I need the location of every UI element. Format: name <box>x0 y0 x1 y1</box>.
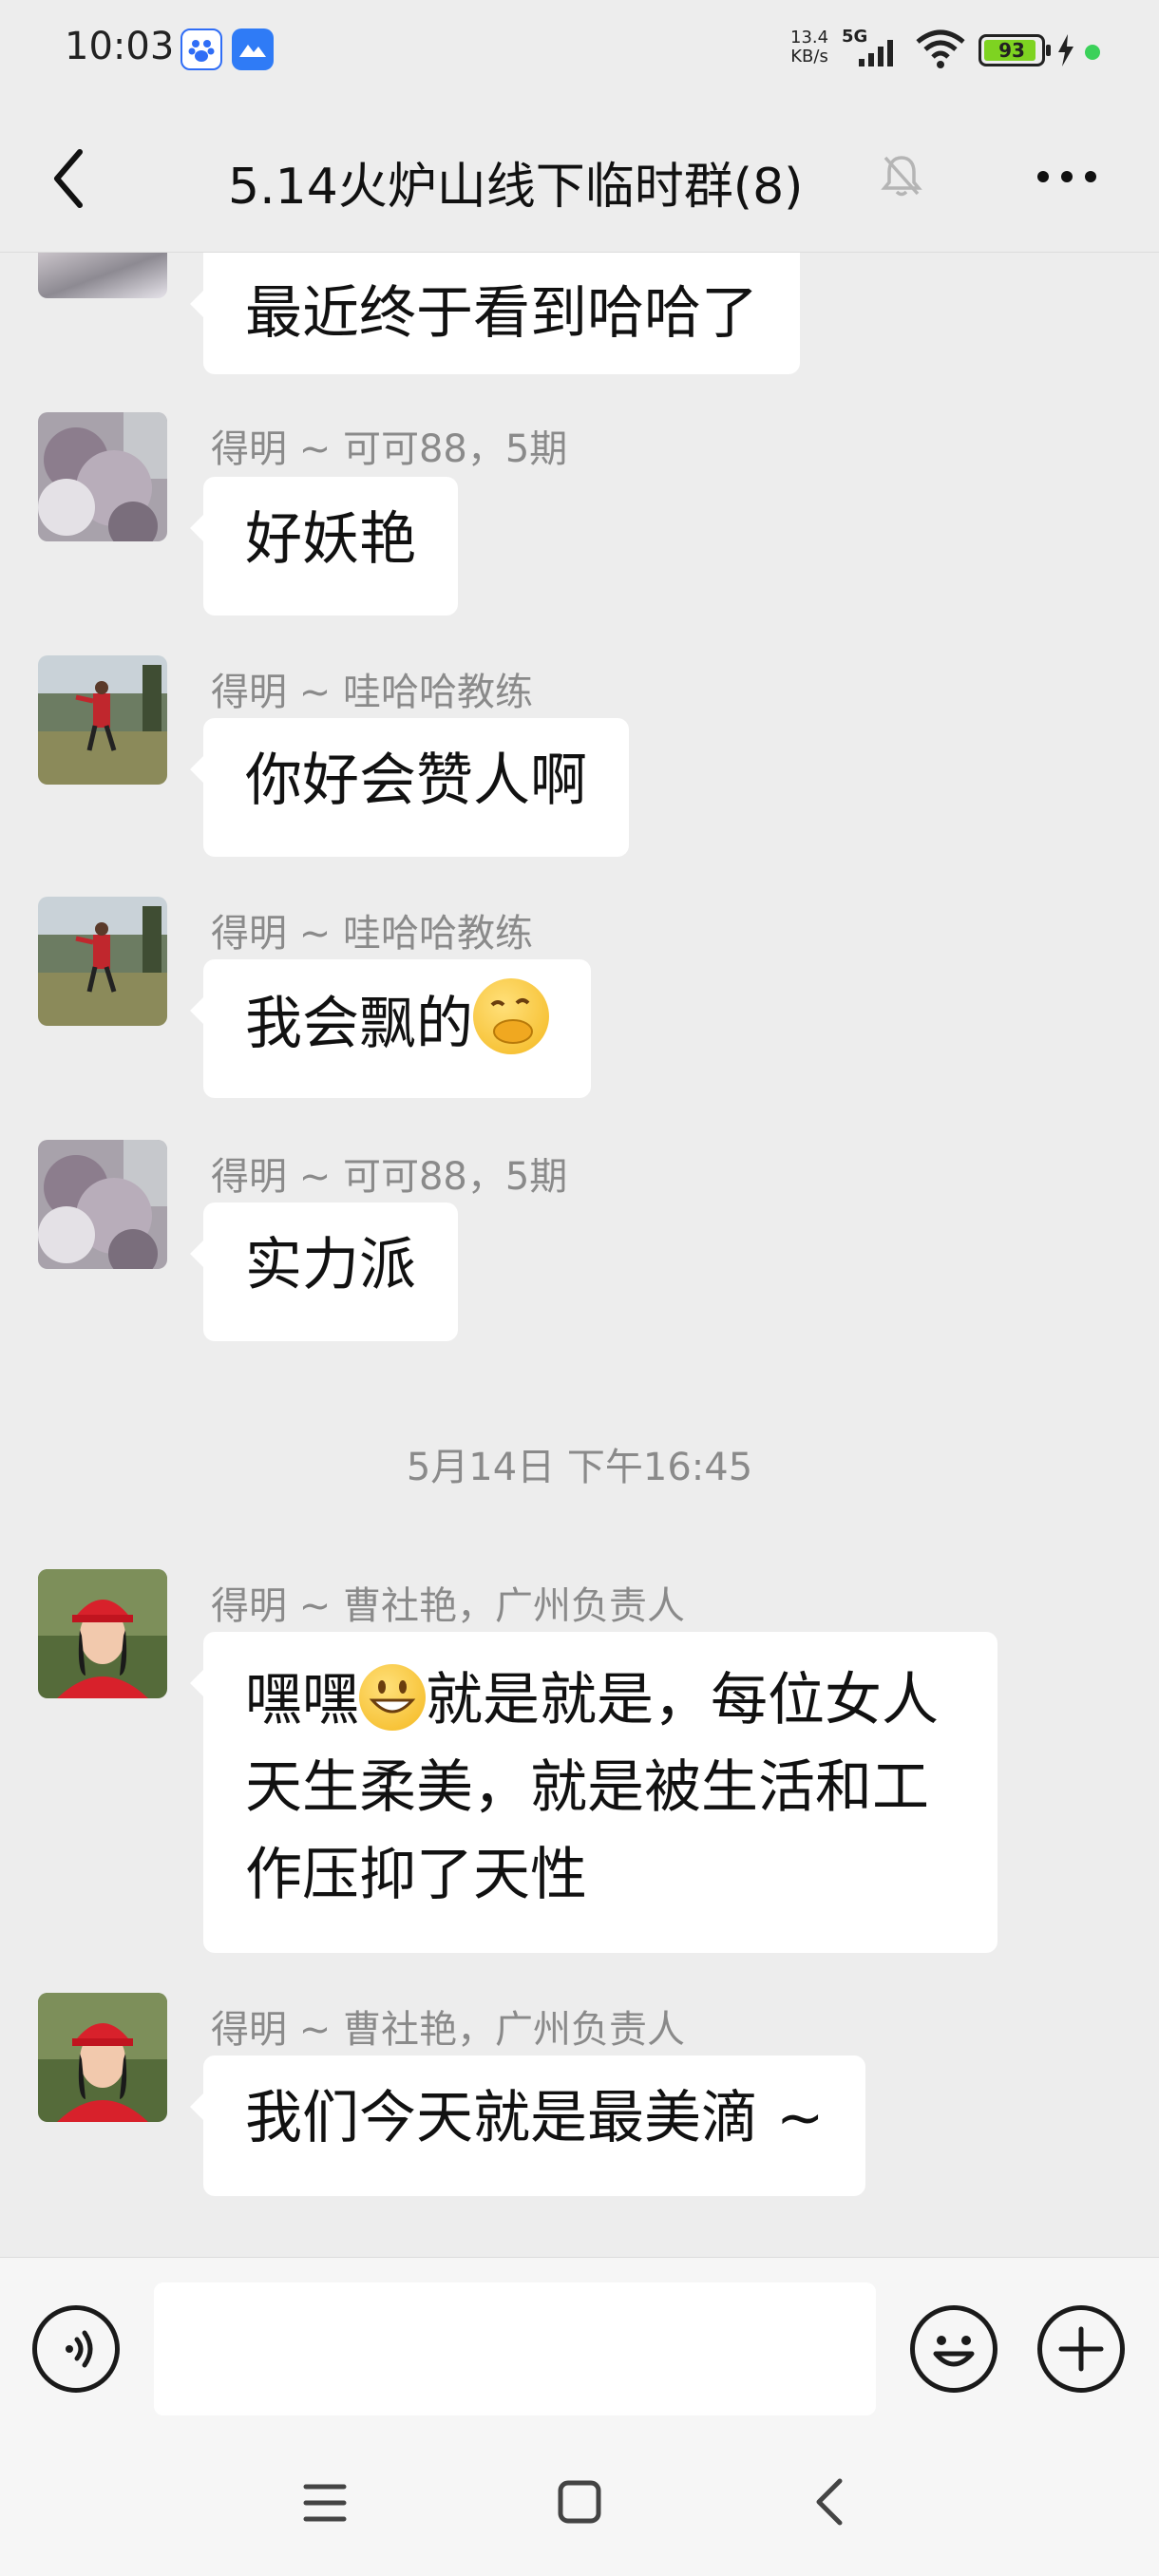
back-nav-icon[interactable] <box>813 2477 846 2527</box>
chat-title: 5.14火炉山线下临时群(8) <box>228 159 804 216</box>
sender-name: 得明 ~ 可可88，5期 <box>211 1155 568 1199</box>
plus-icon[interactable] <box>1037 2305 1125 2393</box>
home-icon[interactable] <box>557 2479 602 2525</box>
signal-icon <box>859 40 893 66</box>
avatar[interactable] <box>38 897 167 1026</box>
system-nav-bar <box>0 2437 1159 2576</box>
charging-icon <box>1058 34 1074 66</box>
smiley-icon[interactable] <box>910 2305 998 2393</box>
message-bubble[interactable]: 最近终于看到哈哈了 <box>190 253 800 374</box>
battery-icon: 93 <box>978 34 1051 66</box>
chat-timestamp: 5月14日 下午16:45 <box>406 1446 753 1489</box>
message-bubble[interactable]: 你好会赞人啊 <box>190 718 629 857</box>
sender-name: 得明 ~ 可可88，5期 <box>211 427 568 471</box>
status-time: 10:03 <box>65 25 175 68</box>
menu-icon[interactable] <box>302 2481 348 2525</box>
avatar[interactable] <box>38 1569 167 1698</box>
chat-header: 5.14火炉山线下临时群(8) <box>0 104 1159 253</box>
wifi-icon <box>916 29 965 68</box>
message-bubble[interactable]: 我们今天就是最美滴 ~ <box>189 2055 866 2196</box>
avatar[interactable] <box>38 1140 167 1269</box>
status-dot <box>1085 45 1100 60</box>
baidu-app-icon <box>180 28 222 70</box>
message-bubble[interactable]: 嘿嘿 就是就是，每位女人 天生柔美，就是被生活和工 作压抑了天性 <box>190 1632 998 1953</box>
voice-icon[interactable] <box>32 2305 120 2393</box>
back-icon[interactable] <box>48 144 91 213</box>
sender-name: 得明 ~ 哇哈哈教练 <box>211 671 533 714</box>
avatar[interactable] <box>38 253 167 298</box>
mountain-app-icon <box>232 28 274 70</box>
more-icon[interactable] <box>1036 167 1098 186</box>
mute-bell-icon <box>881 156 922 197</box>
status-bar: 10:03 13.4 KB/s 5G 93 <box>0 0 1159 104</box>
avatar[interactable] <box>38 655 167 785</box>
hand-over-mouth-emoji <box>473 978 549 1054</box>
avatar[interactable] <box>38 1993 167 2122</box>
message-input[interactable] <box>154 2282 876 2415</box>
avatar[interactable] <box>38 412 167 541</box>
grinning-emoji <box>359 1664 426 1731</box>
input-bar <box>0 2257 1159 2438</box>
sender-name: 得明 ~ 曹社艳，广州负责人 <box>211 2008 685 2052</box>
network-speed: 13.4 KB/s <box>790 28 829 66</box>
message-bubble[interactable]: 我会飘的 <box>190 959 591 1098</box>
sender-name: 得明 ~ 哇哈哈教练 <box>211 912 533 956</box>
message-bubble[interactable]: 实力派 <box>190 1203 458 1341</box>
sender-name: 得明 ~ 曹社艳，广州负责人 <box>211 1584 685 1628</box>
message-bubble[interactable]: 好妖艳 <box>190 477 458 616</box>
